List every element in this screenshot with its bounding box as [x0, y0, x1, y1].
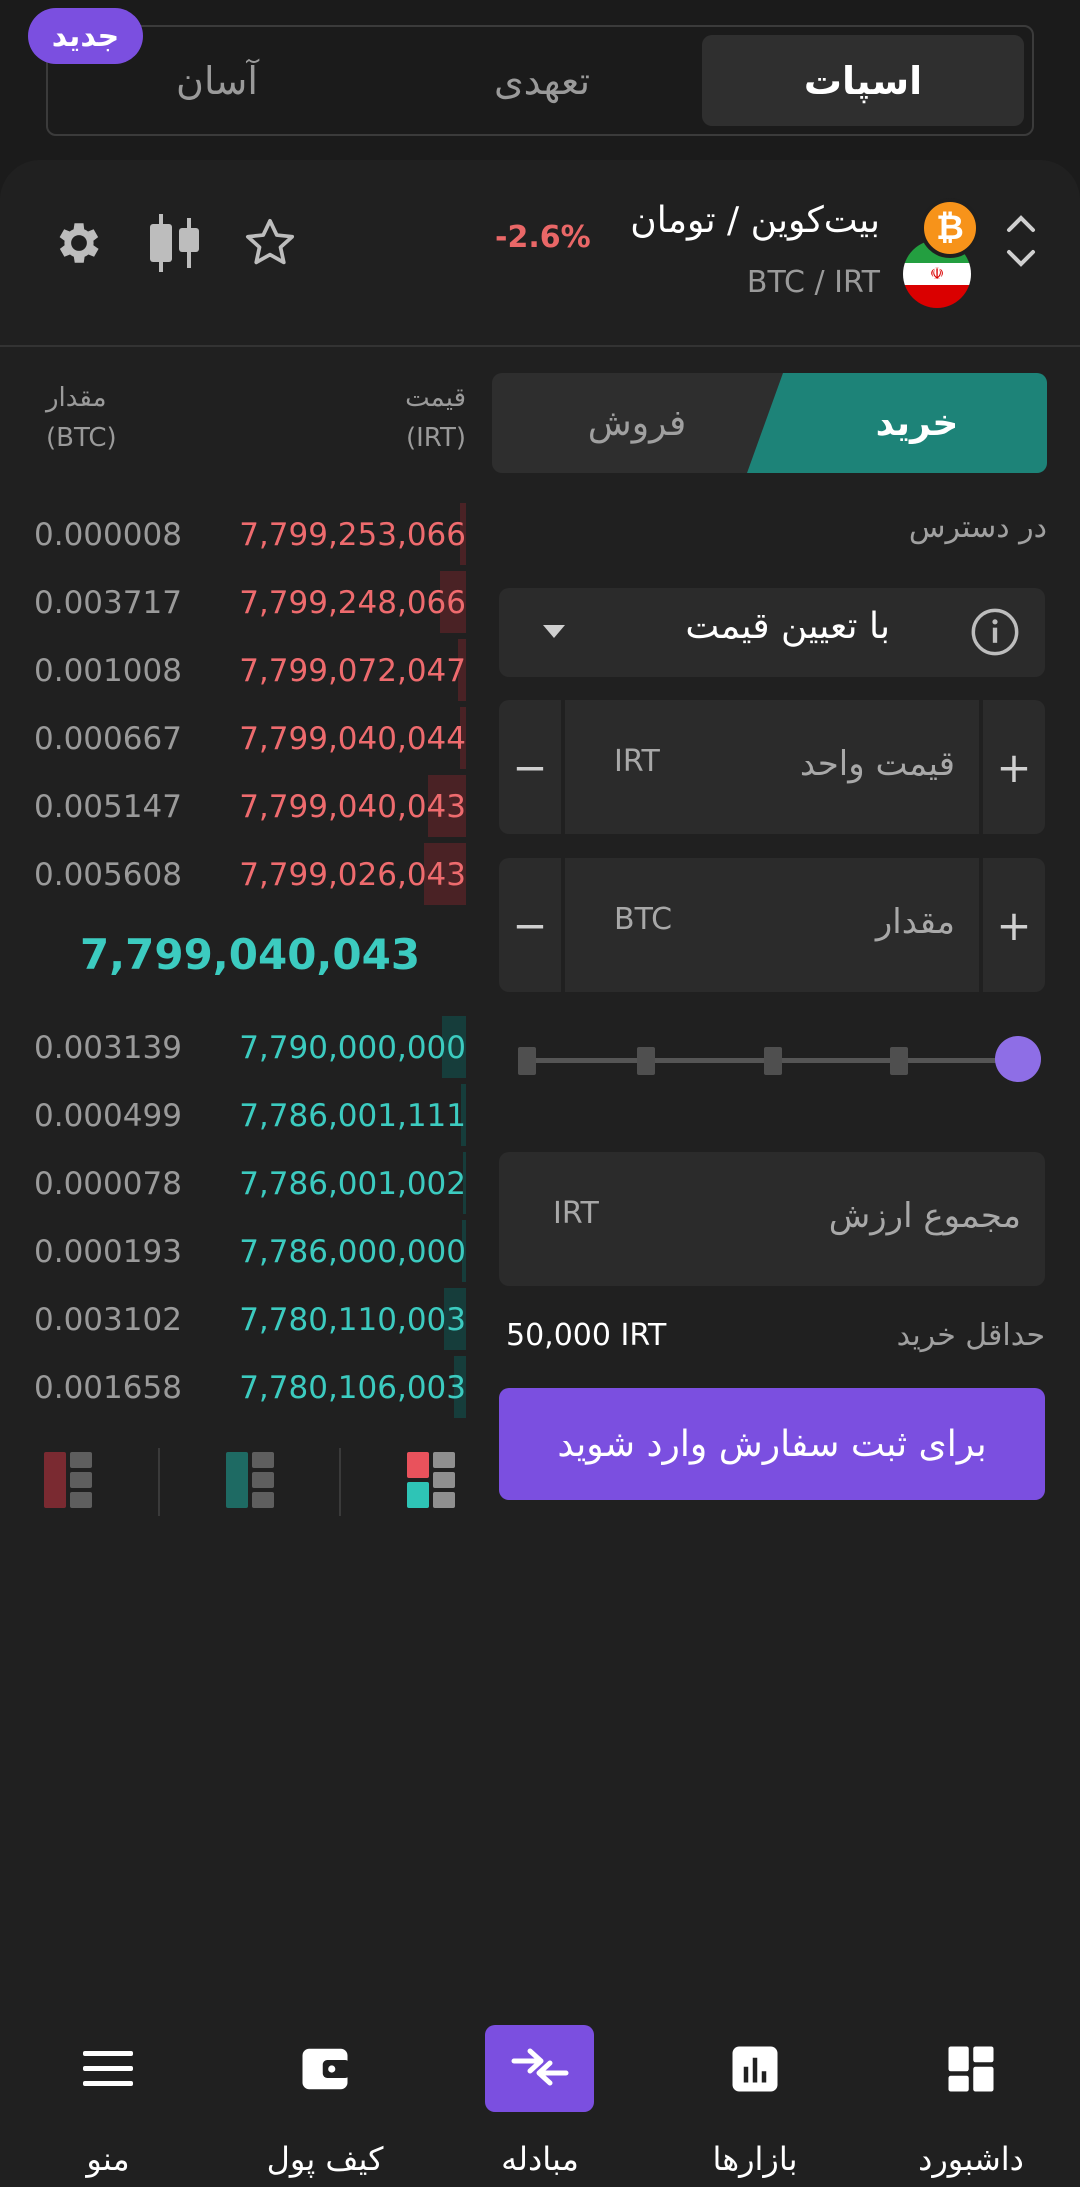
gear-icon[interactable] — [52, 216, 106, 270]
bid-row[interactable]: 0.000193 7,786,000,000 — [30, 1220, 466, 1288]
buy-tab[interactable]: خرید — [747, 373, 1047, 473]
dashboard-icon — [948, 2046, 994, 2092]
new-badge: جدید — [28, 8, 143, 64]
orderbook-qty-header: مقدار (BTC) — [46, 383, 117, 453]
total-value-field[interactable]: مجموع ارزش IRT — [499, 1152, 1045, 1286]
orderbook-both-view-icon[interactable] — [405, 1450, 457, 1510]
bid-row[interactable]: 0.000078 7,786,001,002 — [30, 1152, 466, 1220]
amount-stepper: − مقدار BTC + — [499, 858, 1045, 992]
nav-markets[interactable]: بازارها — [665, 2022, 845, 2178]
star-icon[interactable] — [241, 215, 299, 271]
slider-tick-25[interactable] — [637, 1047, 655, 1075]
slider-tick-50[interactable] — [764, 1047, 782, 1075]
last-trade-price: 7,799,040,043 — [79, 930, 421, 979]
btc-coin-icon: ₿ — [920, 198, 980, 258]
slider-handle[interactable] — [995, 1036, 1041, 1082]
slider-tick-75[interactable] — [890, 1047, 908, 1075]
orderbook-asks-view-icon[interactable] — [42, 1450, 94, 1510]
price-decrement-button[interactable]: − — [499, 700, 561, 834]
ask-row[interactable]: 0.005147 7,799,040,043 — [30, 775, 466, 843]
view-toggle-divider — [339, 1448, 341, 1516]
pair-name[interactable]: بیت‌کوین / تومان — [630, 200, 880, 241]
buy-sell-tabs: فروش خرید — [492, 373, 1047, 473]
price-increment-button[interactable]: + — [983, 700, 1045, 834]
tab-spot[interactable]: اسپات — [702, 35, 1024, 126]
amount-increment-button[interactable]: + — [983, 858, 1045, 992]
amount-decrement-button[interactable]: − — [499, 858, 561, 992]
price-unit: IRT — [614, 744, 660, 779]
hamburger-menu-icon — [83, 2051, 133, 2086]
pair-symbol: BTC / IRT — [746, 265, 880, 300]
ask-row[interactable]: 0.000008 7,799,253,066 — [30, 503, 466, 571]
bar-chart-icon — [732, 2046, 778, 2092]
total-value-label: مجموع ارزش — [828, 1196, 1021, 1236]
header-divider — [0, 345, 1080, 347]
view-toggle-divider — [158, 1448, 160, 1516]
available-balance-label: در دسترس — [908, 510, 1047, 545]
trade-mode-tabs: اسپات تعهدی آسان — [46, 25, 1034, 136]
price-input[interactable]: قیمت واحد — [800, 744, 955, 784]
candlestick-icon[interactable] — [145, 212, 205, 274]
amount-unit: BTC — [614, 902, 673, 937]
orderbook-price-header: قیمت (IRT) — [405, 383, 466, 453]
tab-margin[interactable]: تعهدی — [381, 35, 703, 126]
bid-row[interactable]: 0.000499 7,786,001,111 — [30, 1084, 466, 1152]
total-value-unit: IRT — [553, 1196, 599, 1231]
ask-row[interactable]: 0.005608 7,799,026,043 — [30, 843, 466, 911]
bid-row[interactable]: 0.001658 7,780,106,003 — [30, 1356, 466, 1424]
wallet-icon — [302, 2048, 350, 2090]
order-type-value: با تعیین قیمت — [685, 606, 890, 647]
nav-dashboard[interactable]: داشبورد — [881, 2022, 1061, 2178]
amount-input[interactable]: مقدار — [876, 902, 955, 942]
pair-selector-chevron-icon[interactable] — [1003, 212, 1039, 270]
bid-row[interactable]: 0.003102 7,780,110,003 — [30, 1288, 466, 1356]
min-buy-label: حداقل خرید — [896, 1318, 1045, 1353]
login-to-order-button[interactable]: برای ثبت سفارش وارد شوید — [499, 1388, 1045, 1500]
swap-arrows-icon — [511, 2048, 569, 2086]
ask-row[interactable]: 0.001008 7,799,072,047 — [30, 639, 466, 707]
nav-exchange[interactable]: مبادله — [450, 2022, 630, 2178]
bid-row[interactable]: 0.003139 7,790,000,000 — [30, 1016, 466, 1084]
nav-wallet[interactable]: کیف پول — [235, 2022, 415, 2178]
order-type-select[interactable]: با تعیین قیمت — [499, 588, 1045, 677]
info-icon[interactable] — [969, 606, 1021, 658]
orderbook-bids-view-icon[interactable] — [224, 1450, 276, 1510]
ask-row[interactable]: 0.003717 7,799,248,066 — [30, 571, 466, 639]
slider-tick-0[interactable] — [518, 1047, 536, 1075]
min-buy-value: 50,000 IRT — [506, 1318, 667, 1353]
nav-menu[interactable]: منو — [18, 2022, 198, 2178]
ask-row[interactable]: 0.000667 7,799,040,044 — [30, 707, 466, 775]
caret-down-icon — [543, 625, 565, 638]
price-stepper: − قیمت واحد IRT + — [499, 700, 1045, 834]
price-change-badge: -2.6% — [495, 220, 591, 255]
